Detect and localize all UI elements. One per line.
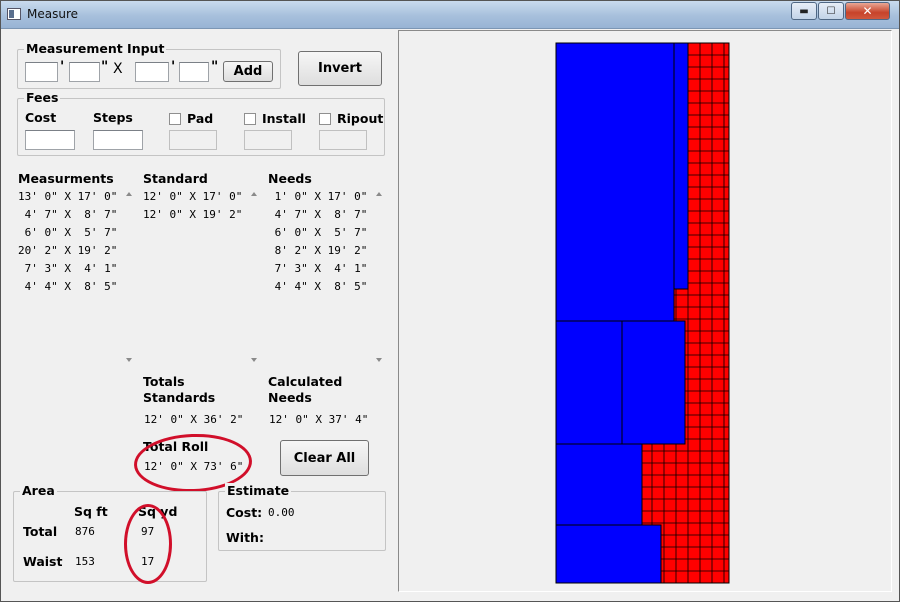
measurements-header: Measurments bbox=[18, 171, 114, 186]
inch-mark-2: " bbox=[211, 59, 219, 75]
minimize-icon: ▬ bbox=[799, 5, 809, 17]
app-icon bbox=[7, 8, 21, 20]
measurements-scrollbar[interactable] bbox=[123, 188, 136, 366]
invert-button[interactable]: Invert bbox=[298, 51, 382, 86]
cost-label: Cost bbox=[25, 110, 57, 125]
install-checkbox[interactable] bbox=[244, 113, 256, 125]
title-bar[interactable]: Measure ▬ ☐ ✕ bbox=[1, 1, 899, 29]
totals-label: Totals bbox=[143, 374, 185, 389]
area-group: Area Sq ft Sq yd Total 876 97 Waist 153 … bbox=[13, 483, 207, 582]
list-item[interactable]: 7' 3" X 4' 1" bbox=[18, 260, 122, 278]
standards-label: Standards bbox=[143, 390, 216, 405]
feet-mark-2: ' bbox=[171, 59, 176, 75]
measurement-input-title: Measurement Input bbox=[24, 41, 167, 57]
pad-input bbox=[169, 130, 217, 150]
clear-all-button[interactable]: Clear All bbox=[280, 440, 369, 476]
list-item[interactable]: 20' 2" X 19' 2" bbox=[18, 242, 122, 260]
total-label: Total bbox=[23, 524, 58, 539]
standard-scrollbar[interactable] bbox=[248, 188, 261, 366]
estimate-cost-label: Cost: bbox=[226, 505, 263, 520]
waist-label: Waist bbox=[23, 554, 63, 569]
sqft-header: Sq ft bbox=[74, 504, 108, 519]
steps-label: Steps bbox=[93, 110, 133, 125]
list-item[interactable]: 8' 2" X 19' 2" bbox=[268, 242, 372, 260]
steps-input[interactable] bbox=[93, 130, 143, 150]
estimate-with-label: With: bbox=[226, 530, 264, 545]
estimate-group: Estimate Cost: 0.00 With: bbox=[218, 483, 386, 551]
measurement-input-group: Measurement Input ' " X ' " Add bbox=[17, 41, 281, 89]
inch-mark: " bbox=[101, 59, 109, 75]
length-inches-input[interactable] bbox=[179, 62, 209, 82]
measurements-list[interactable]: 13' 0" X 17' 0" 4' 7" X 8' 7" 6' 0" X 5'… bbox=[18, 188, 122, 364]
window-title: Measure bbox=[27, 7, 78, 21]
area-title: Area bbox=[20, 483, 57, 499]
needs-header: Needs bbox=[268, 171, 312, 186]
carpet-piece bbox=[555, 443, 643, 526]
carpet-piece bbox=[673, 42, 689, 290]
scroll-down-icon[interactable] bbox=[126, 358, 132, 362]
sqyd-annotation-circle bbox=[124, 504, 172, 584]
ripout-input bbox=[319, 130, 367, 150]
width-inches-input[interactable] bbox=[69, 62, 100, 82]
list-item[interactable]: 4' 7" X 8' 7" bbox=[268, 206, 372, 224]
list-item[interactable]: 6' 0" X 5' 7" bbox=[268, 224, 372, 242]
needs-list[interactable]: 1' 0" X 17' 0" 4' 7" X 8' 7" 6' 0" X 5' … bbox=[268, 188, 372, 364]
list-item[interactable]: 13' 0" X 17' 0" bbox=[18, 188, 122, 206]
install-input bbox=[244, 130, 292, 150]
fees-group: Fees Cost Steps Pad Install Ripout bbox=[17, 90, 385, 156]
close-icon: ✕ bbox=[862, 4, 873, 18]
needs-scrollbar[interactable] bbox=[373, 188, 386, 366]
fees-title: Fees bbox=[24, 90, 61, 106]
width-feet-input[interactable] bbox=[25, 62, 58, 82]
pad-checkbox[interactable] bbox=[169, 113, 181, 125]
scroll-down-icon[interactable] bbox=[251, 358, 257, 362]
roll-layout-canvas[interactable] bbox=[398, 30, 892, 592]
list-item[interactable]: 12' 0" X 19' 2" bbox=[143, 206, 247, 224]
app-window: Measure ▬ ☐ ✕ Measurement Input ' " X ' … bbox=[0, 0, 900, 602]
list-item[interactable]: 1' 0" X 17' 0" bbox=[268, 188, 372, 206]
standard-header: Standard bbox=[143, 171, 208, 186]
estimate-cost-value: 0.00 bbox=[268, 506, 295, 519]
standard-list[interactable]: 12' 0" X 17' 0" 12' 0" X 19' 2" bbox=[143, 188, 247, 364]
feet-mark: ' bbox=[60, 59, 65, 75]
cost-input[interactable] bbox=[25, 130, 75, 150]
carpet-piece bbox=[555, 42, 675, 322]
list-item[interactable]: 7' 3" X 4' 1" bbox=[268, 260, 372, 278]
needs-label: Needs bbox=[268, 390, 312, 405]
scroll-up-icon[interactable] bbox=[376, 192, 382, 196]
ripout-label: Ripout bbox=[337, 111, 384, 126]
calculated-label: Calculated bbox=[268, 374, 343, 389]
install-label: Install bbox=[262, 111, 306, 126]
list-item[interactable]: 4' 4" X 8' 5" bbox=[268, 278, 372, 296]
carpet-piece bbox=[621, 320, 686, 445]
list-item[interactable]: 4' 4" X 8' 5" bbox=[18, 278, 122, 296]
length-feet-input[interactable] bbox=[135, 62, 169, 82]
estimate-title: Estimate bbox=[225, 483, 292, 499]
totals-standards-value: 12' 0" X 36' 2" bbox=[144, 413, 244, 426]
scroll-up-icon[interactable] bbox=[126, 192, 132, 196]
calculated-needs-value: 12' 0" X 37' 4" bbox=[269, 413, 369, 426]
add-button[interactable]: Add bbox=[223, 61, 273, 82]
list-item[interactable]: 12' 0" X 17' 0" bbox=[143, 188, 247, 206]
close-button[interactable]: ✕ bbox=[845, 2, 890, 20]
carpet-piece bbox=[555, 320, 624, 445]
list-item[interactable]: 6' 0" X 5' 7" bbox=[18, 224, 122, 242]
minimize-button[interactable]: ▬ bbox=[791, 2, 817, 20]
roll-layout-drawing bbox=[555, 42, 730, 584]
maximize-button[interactable]: ☐ bbox=[818, 2, 844, 20]
times-sign: X bbox=[113, 61, 123, 77]
pad-label: Pad bbox=[187, 111, 214, 126]
total-sqft-value: 876 bbox=[75, 525, 95, 538]
client-area: Measurement Input ' " X ' " Add Invert F… bbox=[1, 30, 899, 601]
maximize-icon: ☐ bbox=[826, 5, 836, 17]
scroll-up-icon[interactable] bbox=[251, 192, 257, 196]
waist-sqft-value: 153 bbox=[75, 555, 95, 568]
carpet-piece bbox=[555, 524, 662, 584]
ripout-checkbox[interactable] bbox=[319, 113, 331, 125]
list-item[interactable]: 4' 7" X 8' 7" bbox=[18, 206, 122, 224]
scroll-down-icon[interactable] bbox=[376, 358, 382, 362]
